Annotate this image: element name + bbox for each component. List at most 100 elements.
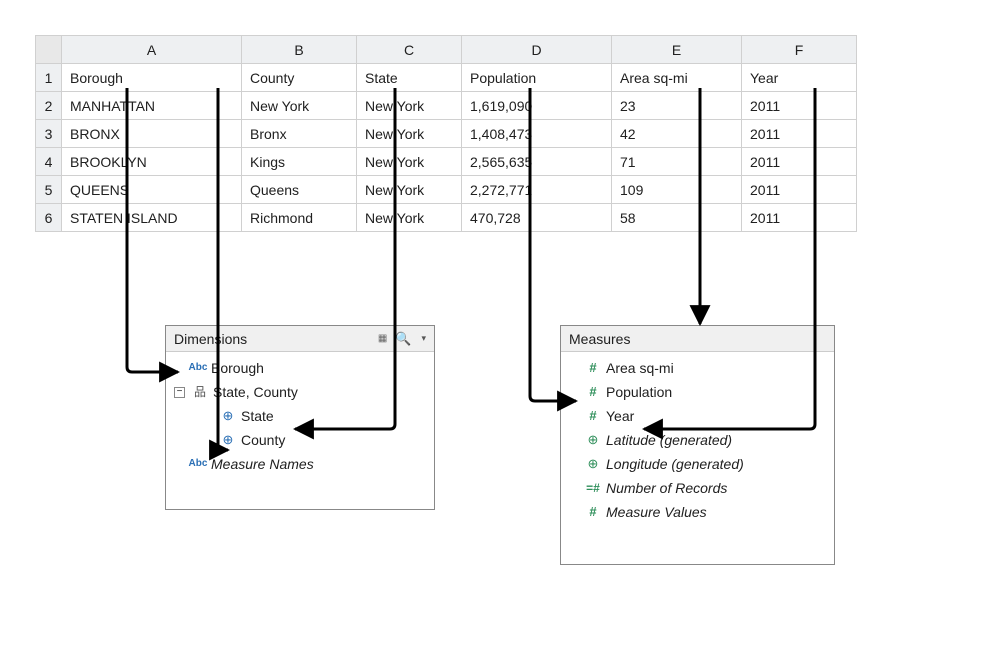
cell[interactable]: Queens	[242, 176, 357, 204]
cell[interactable]: MANHATTAN	[62, 92, 242, 120]
cell[interactable]: New York	[242, 92, 357, 120]
measure-area[interactable]: # Area sq-mi	[567, 356, 828, 380]
table-row: 4 BROOKLYN Kings New York 2,565,635 71 2…	[36, 148, 857, 176]
header-year[interactable]: Year	[742, 64, 857, 92]
cell[interactable]: BROOKLYN	[62, 148, 242, 176]
hash-icon: #	[585, 382, 601, 402]
search-icon[interactable]: 🔍	[395, 331, 411, 347]
cell[interactable]: BRONX	[62, 120, 242, 148]
col-letter-F[interactable]: F	[742, 36, 857, 64]
table-row: 5 QUEENS Queens New York 2,272,771 109 2…	[36, 176, 857, 204]
hash-icon: #	[585, 406, 601, 426]
item-label: Area sq-mi	[606, 358, 674, 378]
cell[interactable]: Richmond	[242, 204, 357, 232]
corner-cell	[36, 36, 62, 64]
dimension-state[interactable]: ⊕ State	[172, 404, 428, 428]
cell[interactable]: QUEENS	[62, 176, 242, 204]
header-borough[interactable]: Borough	[62, 64, 242, 92]
cell[interactable]: 470,728	[462, 204, 612, 232]
item-label: Latitude (generated)	[606, 430, 732, 450]
cell[interactable]: New York	[357, 204, 462, 232]
row-num-1[interactable]: 1	[36, 64, 62, 92]
measure-number-of-records[interactable]: =# Number of Records	[567, 476, 828, 500]
hierarchy-icon: 品	[192, 382, 208, 402]
col-letter-D[interactable]: D	[462, 36, 612, 64]
header-population[interactable]: Population	[462, 64, 612, 92]
table-row: 2 MANHATTAN New York New York 1,619,090 …	[36, 92, 857, 120]
dimension-county[interactable]: ⊕ County	[172, 428, 428, 452]
cell[interactable]: 2,565,635	[462, 148, 612, 176]
dimension-borough[interactable]: Abc Borough	[172, 356, 428, 380]
row-num-4[interactable]: 4	[36, 148, 62, 176]
cell[interactable]: 109	[612, 176, 742, 204]
cell[interactable]: 1,619,090	[462, 92, 612, 120]
table-row: 6 STATEN ISLAND Richmond New York 470,72…	[36, 204, 857, 232]
abc-icon: Abc	[190, 454, 206, 474]
header-area[interactable]: Area sq-mi	[612, 64, 742, 92]
cell[interactable]: 2011	[742, 176, 857, 204]
cell[interactable]: 1,408,473	[462, 120, 612, 148]
row-num-5[interactable]: 5	[36, 176, 62, 204]
cell[interactable]: Bronx	[242, 120, 357, 148]
measures-header: Measures	[561, 326, 834, 352]
dropdown-icon[interactable]: ▾	[421, 333, 426, 344]
cell[interactable]: 2011	[742, 92, 857, 120]
globe-icon: ⊕	[220, 406, 236, 426]
item-label: Population	[606, 382, 672, 402]
item-label: Number of Records	[606, 478, 727, 498]
header-row: 1 Borough County State Population Area s…	[36, 64, 857, 92]
cell[interactable]: Kings	[242, 148, 357, 176]
globe-icon: ⊕	[220, 430, 236, 450]
measure-latitude[interactable]: ⊕ Latitude (generated)	[567, 428, 828, 452]
cell[interactable]: 71	[612, 148, 742, 176]
dimensions-panel: Dimensions ▦ 🔍 ▾ Abc Borough − 品 State, …	[165, 325, 435, 510]
col-letter-C[interactable]: C	[357, 36, 462, 64]
cell[interactable]: STATEN ISLAND	[62, 204, 242, 232]
row-num-3[interactable]: 3	[36, 120, 62, 148]
column-letter-row: A B C D E F	[36, 36, 857, 64]
globe-icon: ⊕	[585, 430, 601, 450]
cell[interactable]: 23	[612, 92, 742, 120]
item-label: Longitude (generated)	[606, 454, 744, 474]
dimensions-header: Dimensions ▦ 🔍 ▾	[166, 326, 434, 352]
spreadsheet: A B C D E F 1 Borough County State Popul…	[35, 35, 857, 232]
header-state[interactable]: State	[357, 64, 462, 92]
measure-population[interactable]: # Population	[567, 380, 828, 404]
col-letter-B[interactable]: B	[242, 36, 357, 64]
item-label: Borough	[211, 358, 264, 378]
dimension-measure-names[interactable]: Abc Measure Names	[172, 452, 428, 476]
item-label: County	[241, 430, 285, 450]
cell[interactable]: New York	[357, 92, 462, 120]
item-label: Year	[606, 406, 634, 426]
globe-icon: ⊕	[585, 454, 601, 474]
cell[interactable]: 2011	[742, 148, 857, 176]
collapse-icon[interactable]: −	[174, 387, 185, 398]
cell[interactable]: 58	[612, 204, 742, 232]
cell[interactable]: New York	[357, 148, 462, 176]
row-num-6[interactable]: 6	[36, 204, 62, 232]
cell[interactable]: 2,272,771	[462, 176, 612, 204]
cell[interactable]: 2011	[742, 204, 857, 232]
item-label: Measure Values	[606, 502, 707, 522]
table-row: 3 BRONX Bronx New York 1,408,473 42 2011	[36, 120, 857, 148]
cell[interactable]: 42	[612, 120, 742, 148]
measure-year[interactable]: # Year	[567, 404, 828, 428]
abc-icon: Abc	[190, 358, 206, 378]
col-letter-E[interactable]: E	[612, 36, 742, 64]
measures-panel: Measures # Area sq-mi # Population # Yea…	[560, 325, 835, 565]
dimensions-title: Dimensions	[174, 331, 247, 347]
item-label: State	[241, 406, 274, 426]
item-label: State, County	[213, 382, 298, 402]
measure-longitude[interactable]: ⊕ Longitude (generated)	[567, 452, 828, 476]
hash-icon: #	[585, 502, 601, 522]
cell[interactable]: 2011	[742, 120, 857, 148]
view-as-list-icon[interactable]: ▦	[378, 333, 385, 344]
row-num-2[interactable]: 2	[36, 92, 62, 120]
item-label: Measure Names	[211, 454, 314, 474]
measure-values[interactable]: # Measure Values	[567, 500, 828, 524]
cell[interactable]: New York	[357, 120, 462, 148]
cell[interactable]: New York	[357, 176, 462, 204]
col-letter-A[interactable]: A	[62, 36, 242, 64]
header-county[interactable]: County	[242, 64, 357, 92]
dimension-state-county-group[interactable]: − 品 State, County	[172, 380, 428, 404]
